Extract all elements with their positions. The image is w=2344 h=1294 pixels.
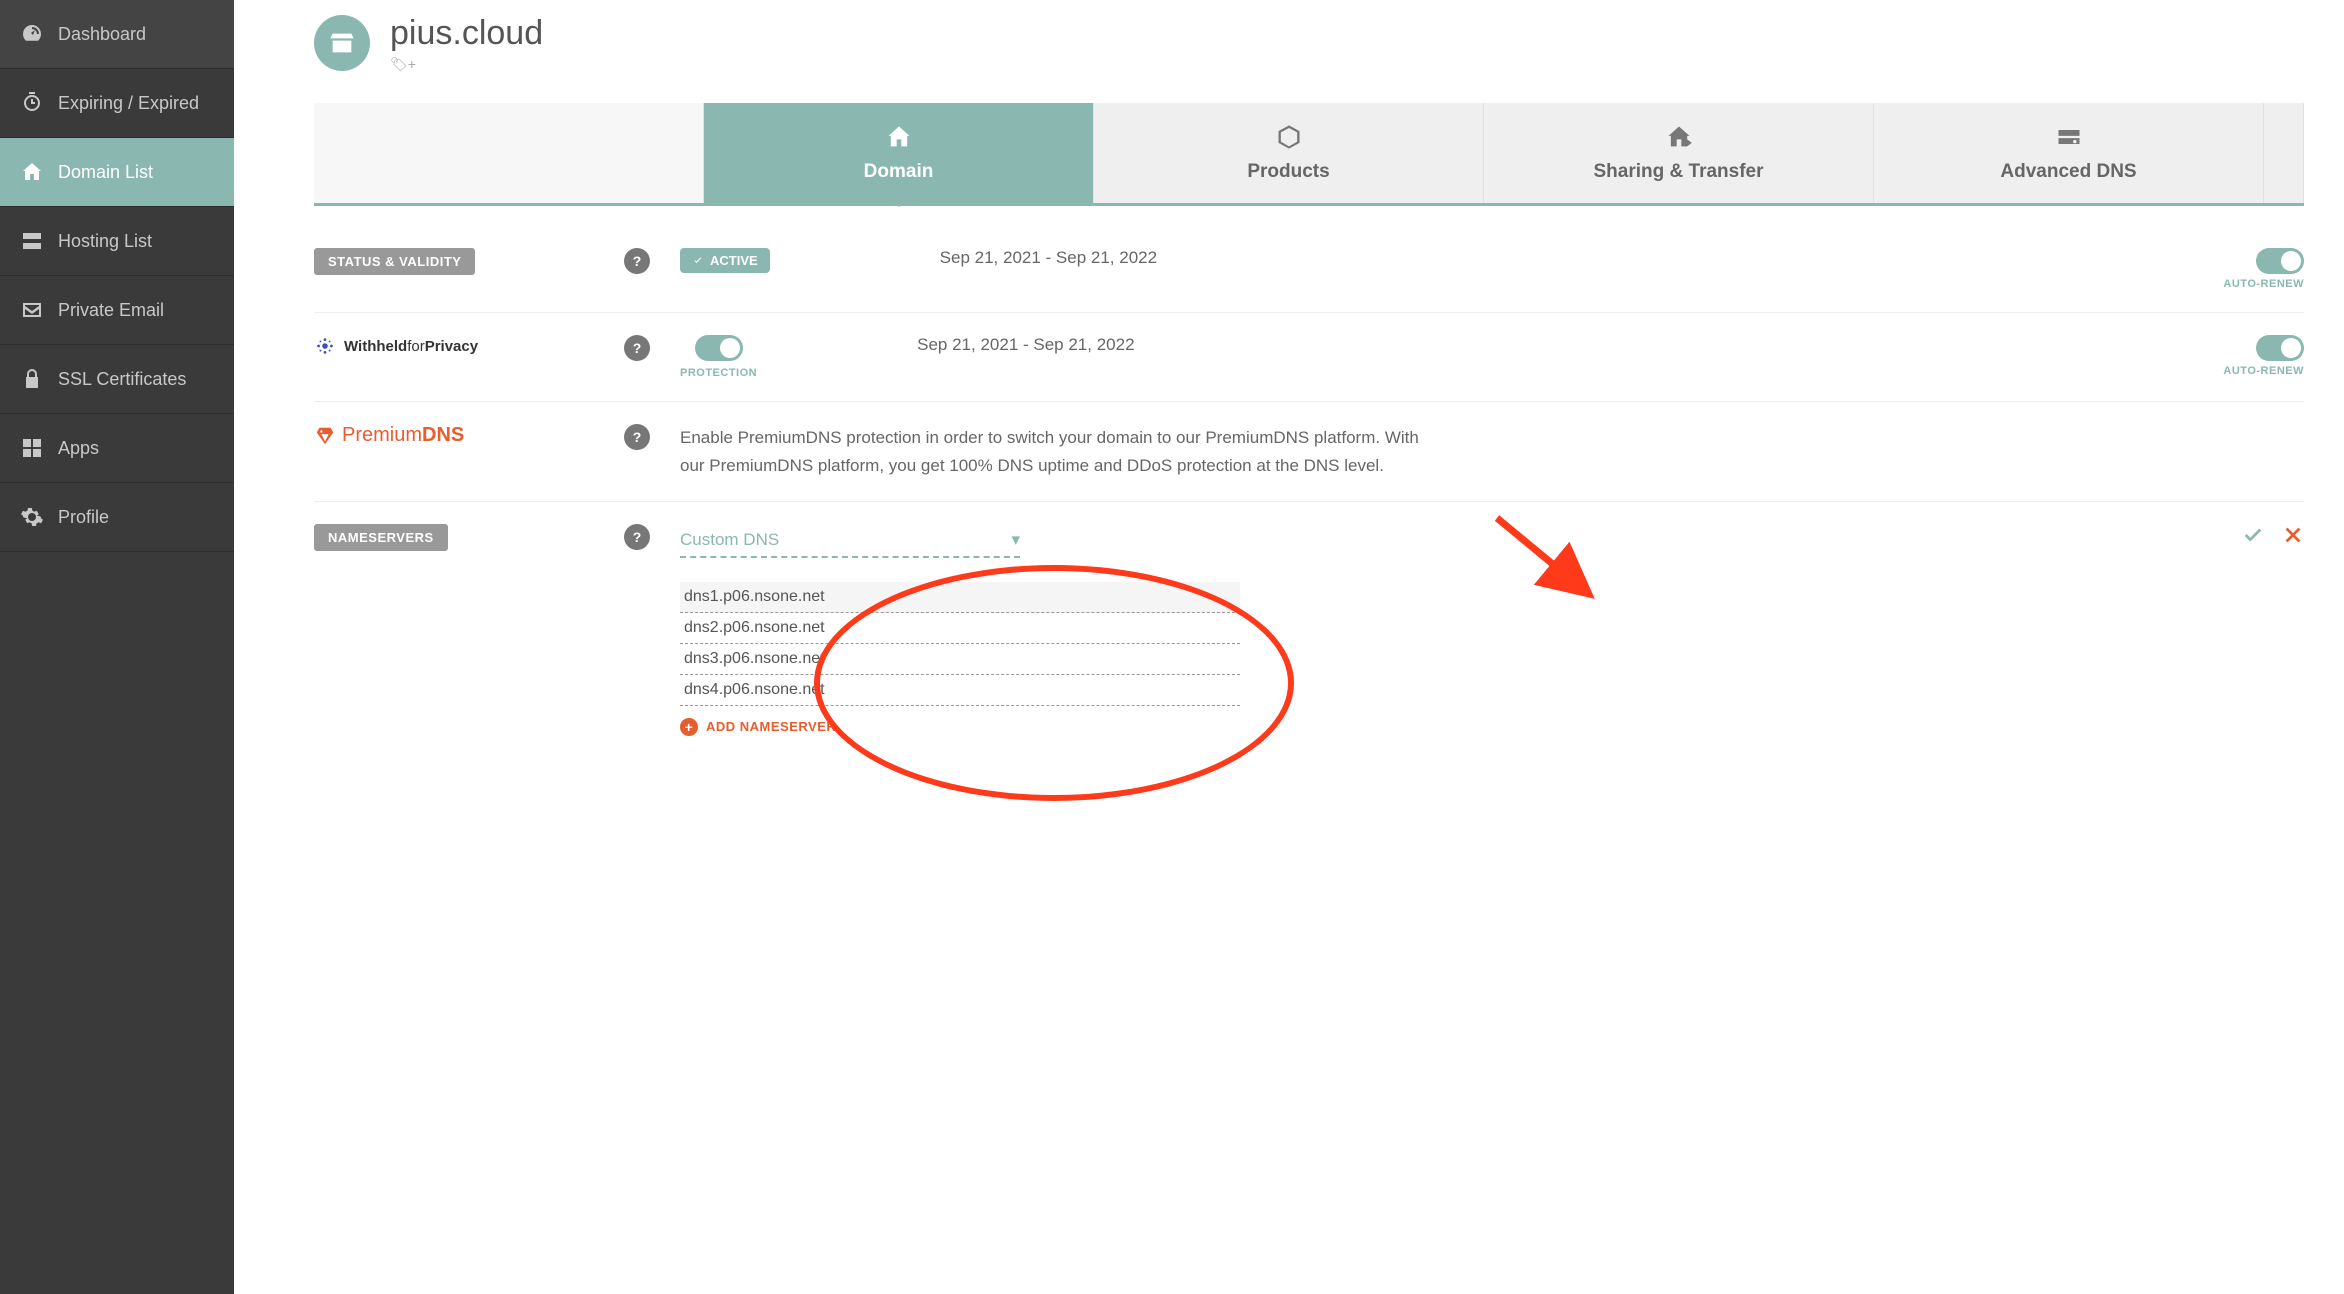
sidebar-label: Hosting List (58, 231, 152, 252)
auto-renew-label: AUTO-RENEW (2223, 365, 2304, 377)
tab-label: Domain (864, 161, 934, 183)
premium-dns-row: PremiumDNS ? Enable PremiumDNS protectio… (314, 402, 2304, 501)
active-badge: ACTIVE (680, 248, 770, 273)
tab-advanced-dns[interactable]: Advanced DNS (1874, 103, 2264, 203)
domain-header: pius.cloud 🏷+ (314, 15, 2304, 73)
privacy-logo-icon (314, 335, 336, 357)
gauge-icon (20, 22, 44, 46)
nameserver-input-1[interactable] (680, 582, 1240, 613)
sidebar-label: Expiring / Expired (58, 93, 199, 114)
transfer-icon (1665, 123, 1693, 151)
nameservers-section-badge: NAMESERVERS (314, 524, 448, 551)
status-section-badge: STATUS & VALIDITY (314, 248, 475, 275)
tab-label: Sharing & Transfer (1594, 161, 1764, 183)
sidebar-item-dashboard[interactable]: Dashboard (0, 0, 234, 69)
tab-overflow[interactable] (2264, 103, 2304, 203)
sidebar-label: Private Email (58, 300, 164, 321)
plus-icon: + (680, 718, 698, 736)
protection-label: PROTECTION (680, 367, 757, 379)
server-icon (20, 229, 44, 253)
help-icon[interactable]: ? (624, 424, 650, 450)
tab-blank[interactable] (314, 103, 704, 203)
privacy-row: WithheldforPrivacy ? PROTECTION Sep 21, … (314, 313, 2304, 402)
add-tag-icon[interactable]: 🏷+ (390, 56, 543, 73)
sidebar-label: Profile (58, 507, 109, 528)
sidebar-item-email[interactable]: Private Email (0, 276, 234, 345)
sidebar-item-ssl[interactable]: SSL Certificates (0, 345, 234, 414)
auto-renew-toggle[interactable] (2256, 248, 2304, 274)
dns-type-select[interactable]: Custom DNS ▾ (680, 524, 1020, 558)
help-icon[interactable]: ? (624, 335, 650, 361)
envelope-icon (20, 298, 44, 322)
main-content: pius.cloud 🏷+ Domain Products Sharing & … (234, 0, 2344, 1294)
sidebar: Dashboard Expiring / Expired Domain List… (0, 0, 234, 1294)
house-icon (20, 160, 44, 184)
tab-label: Advanced DNS (2000, 161, 2136, 183)
tabs: Domain Products Sharing & Transfer Advan… (314, 103, 2304, 206)
sidebar-item-apps[interactable]: Apps (0, 414, 234, 483)
premium-description: Enable PremiumDNS protection in order to… (680, 424, 1440, 478)
add-nameserver-button[interactable]: + ADD NAMESERVER (680, 718, 836, 736)
nameservers-row: NAMESERVERS ? Custom DNS ▾ + ADD NAMESER… (314, 502, 2304, 759)
status-row: STATUS & VALIDITY ? ACTIVE Sep 21, 2021 … (314, 226, 2304, 313)
sidebar-item-profile[interactable]: Profile (0, 483, 234, 552)
sidebar-label: Apps (58, 438, 99, 459)
privacy-brand: WithheldforPrivacy (314, 335, 594, 357)
nameserver-input-2[interactable] (680, 613, 1240, 644)
premium-dns-brand: PremiumDNS (314, 424, 594, 447)
help-icon[interactable]: ? (624, 248, 650, 274)
auto-renew-label: AUTO-RENEW (2223, 278, 2304, 290)
box-icon (1275, 123, 1303, 151)
save-nameservers-check-icon[interactable] (2242, 524, 2264, 551)
sidebar-label: Domain List (58, 162, 153, 183)
gear-icon (20, 505, 44, 529)
chevron-down-icon: ▾ (1011, 530, 1020, 550)
domain-name: pius.cloud (390, 15, 543, 52)
tab-sharing[interactable]: Sharing & Transfer (1484, 103, 1874, 203)
nameserver-input-4[interactable] (680, 675, 1240, 706)
status-date-range: Sep 21, 2021 - Sep 21, 2022 (940, 248, 1157, 268)
cancel-nameservers-x-icon[interactable] (2282, 524, 2304, 551)
protection-toggle[interactable] (695, 335, 743, 361)
privacy-date-range: Sep 21, 2021 - Sep 21, 2022 (917, 335, 1134, 355)
sidebar-item-hosting[interactable]: Hosting List (0, 207, 234, 276)
tab-products[interactable]: Products (1094, 103, 1484, 203)
house-icon (885, 123, 913, 151)
domain-avatar-icon (314, 15, 370, 71)
grid-icon (20, 436, 44, 460)
sidebar-label: SSL Certificates (58, 369, 186, 390)
tab-domain[interactable]: Domain (704, 103, 1094, 203)
stopwatch-icon (20, 91, 44, 115)
sidebar-label: Dashboard (58, 24, 146, 45)
sidebar-item-expiring[interactable]: Expiring / Expired (0, 69, 234, 138)
lock-icon (20, 367, 44, 391)
sidebar-item-domain-list[interactable]: Domain List (0, 138, 234, 207)
nameserver-input-3[interactable] (680, 644, 1240, 675)
diamond-icon (314, 425, 336, 447)
auto-renew-toggle[interactable] (2256, 335, 2304, 361)
tab-label: Products (1247, 161, 1329, 183)
help-icon[interactable]: ? (624, 524, 650, 550)
dns-server-icon (2055, 123, 2083, 151)
